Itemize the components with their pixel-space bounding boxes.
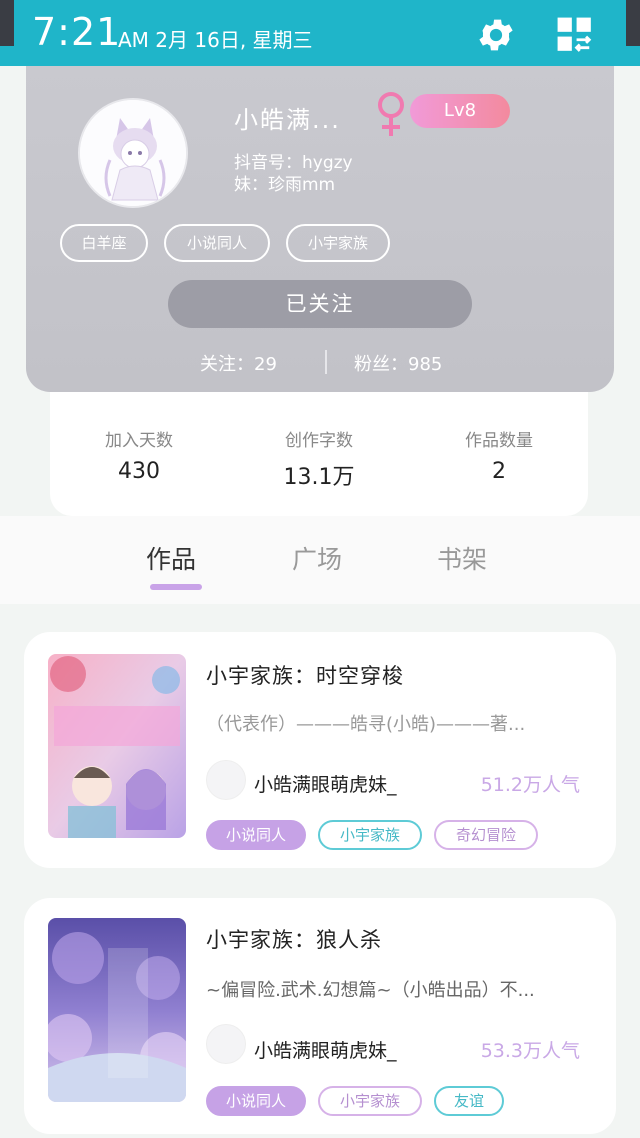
work-tag[interactable]: 小说同人 xyxy=(206,1086,306,1116)
level-badge: Lv8 xyxy=(410,94,510,128)
stat-label: 加入天数 xyxy=(105,431,173,451)
status-time: 7:21 xyxy=(32,10,122,54)
active-tab-indicator xyxy=(150,584,202,590)
profile-tag[interactable]: 白羊座 xyxy=(60,224,148,262)
sister-text: 妹：珍雨mm xyxy=(234,175,336,195)
stat-word-count: 创作字数 13.1万 xyxy=(244,426,394,491)
author-avatar xyxy=(206,1024,246,1064)
work-tag[interactable]: 友谊 xyxy=(434,1086,504,1116)
work-title[interactable]: 小宇家族：时空穿梭 xyxy=(206,660,404,690)
status-date: AM 2月 16日, 星期三 xyxy=(118,28,313,52)
avatar[interactable] xyxy=(78,98,188,208)
following-count[interactable]: 关注：29 xyxy=(200,350,277,376)
stat-works-count: 作品数量 2 xyxy=(424,426,574,484)
work-description: （代表作）———皓寻(小皓)———著... xyxy=(206,714,526,735)
work-tag[interactable]: 小说同人 xyxy=(206,820,306,850)
stats-card: 加入天数 430 创作字数 13.1万 作品数量 2 xyxy=(50,392,588,516)
work-description: ~偏冒险.武术.幻想篇~（小皓出品）不... xyxy=(206,980,535,1001)
stat-label: 作品数量 xyxy=(465,431,533,451)
work-title[interactable]: 小宇家族：狼人杀 xyxy=(206,924,382,954)
stat-value: 430 xyxy=(118,459,160,484)
profile-tag[interactable]: 小说同人 xyxy=(164,224,270,262)
apps-grid-icon[interactable] xyxy=(556,16,594,54)
gear-icon[interactable] xyxy=(475,14,517,56)
work-card[interactable]: 小宇家族：时空穿梭 （代表作）———皓寻(小皓)———著... 小皓满眼萌虎妹_… xyxy=(24,632,616,868)
stat-divider xyxy=(325,350,327,374)
work-tag[interactable]: 小宇家族 xyxy=(318,1086,422,1116)
profile-card: 小皓满... Lv8 抖音号：hygzy 妹：珍雨mm 白羊座 小说同人 小宇家… xyxy=(26,66,614,392)
username: 小皓满... xyxy=(234,106,341,134)
popularity: 53.3万人气 xyxy=(480,1040,580,1062)
tab-square[interactable]: 广场 xyxy=(292,540,342,576)
stat-value: 13.1万 xyxy=(283,465,355,490)
status-bar: 7:21 AM 2月 16日, 星期三 xyxy=(0,0,640,66)
profile-tag[interactable]: 小宇家族 xyxy=(286,224,390,262)
female-symbol-icon xyxy=(378,92,404,136)
author-name[interactable]: 小皓满眼萌虎妹_ xyxy=(254,770,397,797)
work-cover[interactable] xyxy=(48,654,186,838)
work-tag[interactable]: 小宇家族 xyxy=(318,820,422,850)
work-cover[interactable] xyxy=(48,918,186,1102)
tab-bookshelf[interactable]: 书架 xyxy=(437,540,487,576)
popularity: 51.2万人气 xyxy=(480,774,580,796)
fans-count[interactable]: 粉丝：985 xyxy=(354,350,442,376)
stat-join-days: 加入天数 430 xyxy=(64,426,214,484)
stat-value: 2 xyxy=(492,459,506,484)
author-name[interactable]: 小皓满眼萌虎妹_ xyxy=(254,1036,397,1063)
follow-button[interactable]: 已关注 xyxy=(168,280,472,328)
tab-works[interactable]: 作品 xyxy=(146,540,196,576)
author-avatar xyxy=(206,760,246,800)
work-card[interactable]: 小宇家族：狼人杀 ~偏冒险.武术.幻想篇~（小皓出品）不... 小皓满眼萌虎妹_… xyxy=(24,898,616,1134)
work-tag[interactable]: 奇幻冒险 xyxy=(434,820,538,850)
stat-label: 创作字数 xyxy=(285,431,353,451)
